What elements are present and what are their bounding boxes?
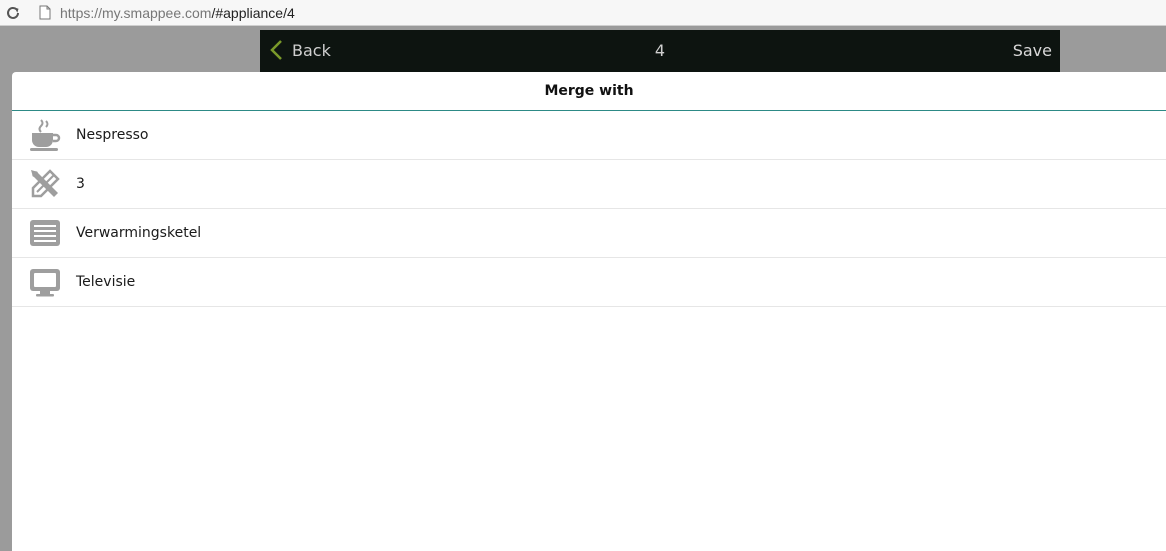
app-header: 4 Back Save (260, 30, 1060, 72)
appliance-name: Televisie (76, 274, 136, 290)
television-icon (27, 264, 63, 300)
appliance-name: Nespresso (76, 127, 149, 143)
merge-dialog: Merge with Nespresso 3 Verwarmingsketel … (12, 72, 1166, 551)
url-field[interactable]: https://my.smappee.com/#appliance/4 (60, 5, 295, 21)
list-item-3[interactable]: 3 (12, 160, 1166, 209)
browser-address-bar: https://my.smappee.com/#appliance/4 (0, 0, 1166, 26)
list-item-televisie[interactable]: Televisie (12, 258, 1166, 307)
back-button[interactable]: Back (266, 30, 331, 70)
url-path: /#appliance/4 (211, 4, 295, 21)
header-title: 4 (654, 40, 666, 60)
url-host: https://my.smappee.com (60, 4, 212, 21)
dialog-title: Merge with (12, 72, 1166, 111)
list-item-nespresso[interactable]: Nespresso (12, 111, 1166, 160)
page-icon (36, 0, 54, 26)
appliance-name: 3 (76, 176, 85, 192)
tools-icon (27, 166, 63, 202)
save-button[interactable]: Save (1013, 30, 1052, 70)
heater-icon (27, 215, 63, 251)
appliance-name: Verwarmingsketel (76, 225, 202, 241)
appliance-list: Nespresso 3 Verwarmingsketel Televisie (12, 111, 1166, 307)
reload-icon[interactable] (0, 0, 26, 26)
back-label: Back (292, 40, 331, 60)
chevron-left-icon (266, 38, 286, 62)
list-item-verwarmingsketel[interactable]: Verwarmingsketel (12, 209, 1166, 258)
coffee-cup-icon (27, 117, 63, 153)
